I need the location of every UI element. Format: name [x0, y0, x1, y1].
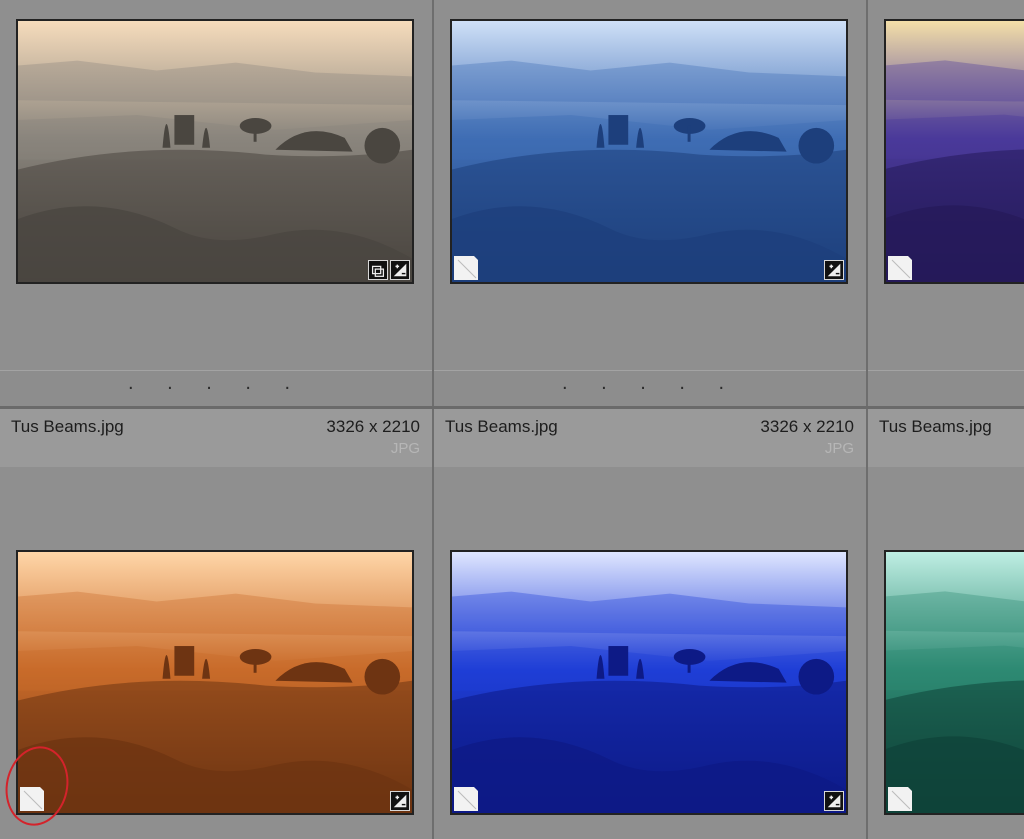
grid-cell-6[interactable]: [868, 467, 1024, 839]
virtual-copy-icon[interactable]: [368, 260, 388, 280]
thumbnail-neutral[interactable]: [16, 19, 414, 284]
file-type-label: JPG: [824, 440, 854, 457]
thumbnail-purple[interactable]: [884, 19, 1024, 284]
grid-cell-3[interactable]: [868, 0, 1024, 408]
page-corner-icon[interactable]: [888, 256, 912, 280]
photo-info-3: Tus Beams.jpg: [868, 409, 1024, 467]
develop-adjust-icon[interactable]: [824, 260, 844, 280]
column-divider: [866, 0, 868, 839]
file-type-label: JPG: [390, 440, 420, 457]
page-corner-icon[interactable]: [454, 256, 478, 280]
dimensions-label: 3326 x 2210: [760, 417, 854, 436]
column-divider: [432, 0, 434, 839]
filename-label: Tus Beams.jpg: [879, 417, 992, 436]
dimensions-label: 3326 x 2210: [326, 417, 420, 436]
filename-label: Tus Beams.jpg: [11, 417, 124, 436]
photo-info-1: Tus Beams.jpg 3326 x 2210 JPG: [0, 409, 432, 467]
grid-cell-1[interactable]: . . . . .: [0, 0, 432, 408]
develop-adjust-icon[interactable]: [824, 791, 844, 811]
thumbnail-teal[interactable]: [884, 550, 1024, 815]
rating-dots-empty: [868, 370, 1024, 407]
thumbnail-orange[interactable]: [16, 550, 414, 815]
page-corner-icon[interactable]: [454, 787, 478, 811]
develop-adjust-icon[interactable]: [390, 260, 410, 280]
thumbnail-blue[interactable]: [450, 19, 848, 284]
photo-info-2: Tus Beams.jpg 3326 x 2210 JPG: [434, 409, 866, 467]
rating-dots[interactable]: . . . . .: [0, 370, 432, 407]
grid-cell-2[interactable]: . . . . .: [434, 0, 866, 408]
thumbnail-deep-blue[interactable]: [450, 550, 848, 815]
develop-adjust-icon[interactable]: [390, 791, 410, 811]
filename-label: Tus Beams.jpg: [445, 417, 558, 436]
grid-cell-5[interactable]: [434, 467, 866, 839]
filmstrip-grid: . . . . . . . . . . Tus Beams.jpg 3326 x…: [0, 0, 1024, 839]
rating-dots[interactable]: . . . . .: [434, 370, 866, 407]
row-divider: [0, 406, 1024, 409]
page-corner-icon[interactable]: [888, 787, 912, 811]
